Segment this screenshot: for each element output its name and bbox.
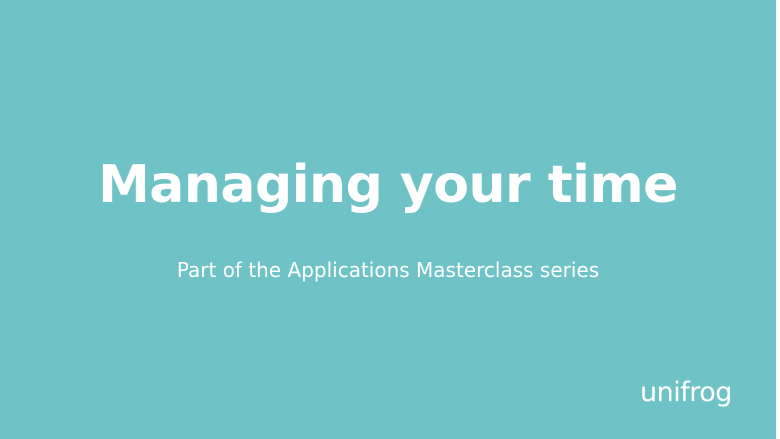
- slide-title: Managing your time: [98, 155, 678, 215]
- slide-subtitle: Part of the Applications Masterclass ser…: [176, 258, 600, 282]
- unifrog-logo: unifrog: [640, 377, 732, 408]
- slide-edge-divider: [776, 0, 780, 439]
- presentation-slide: Managing your time Part of the Applicati…: [0, 0, 780, 439]
